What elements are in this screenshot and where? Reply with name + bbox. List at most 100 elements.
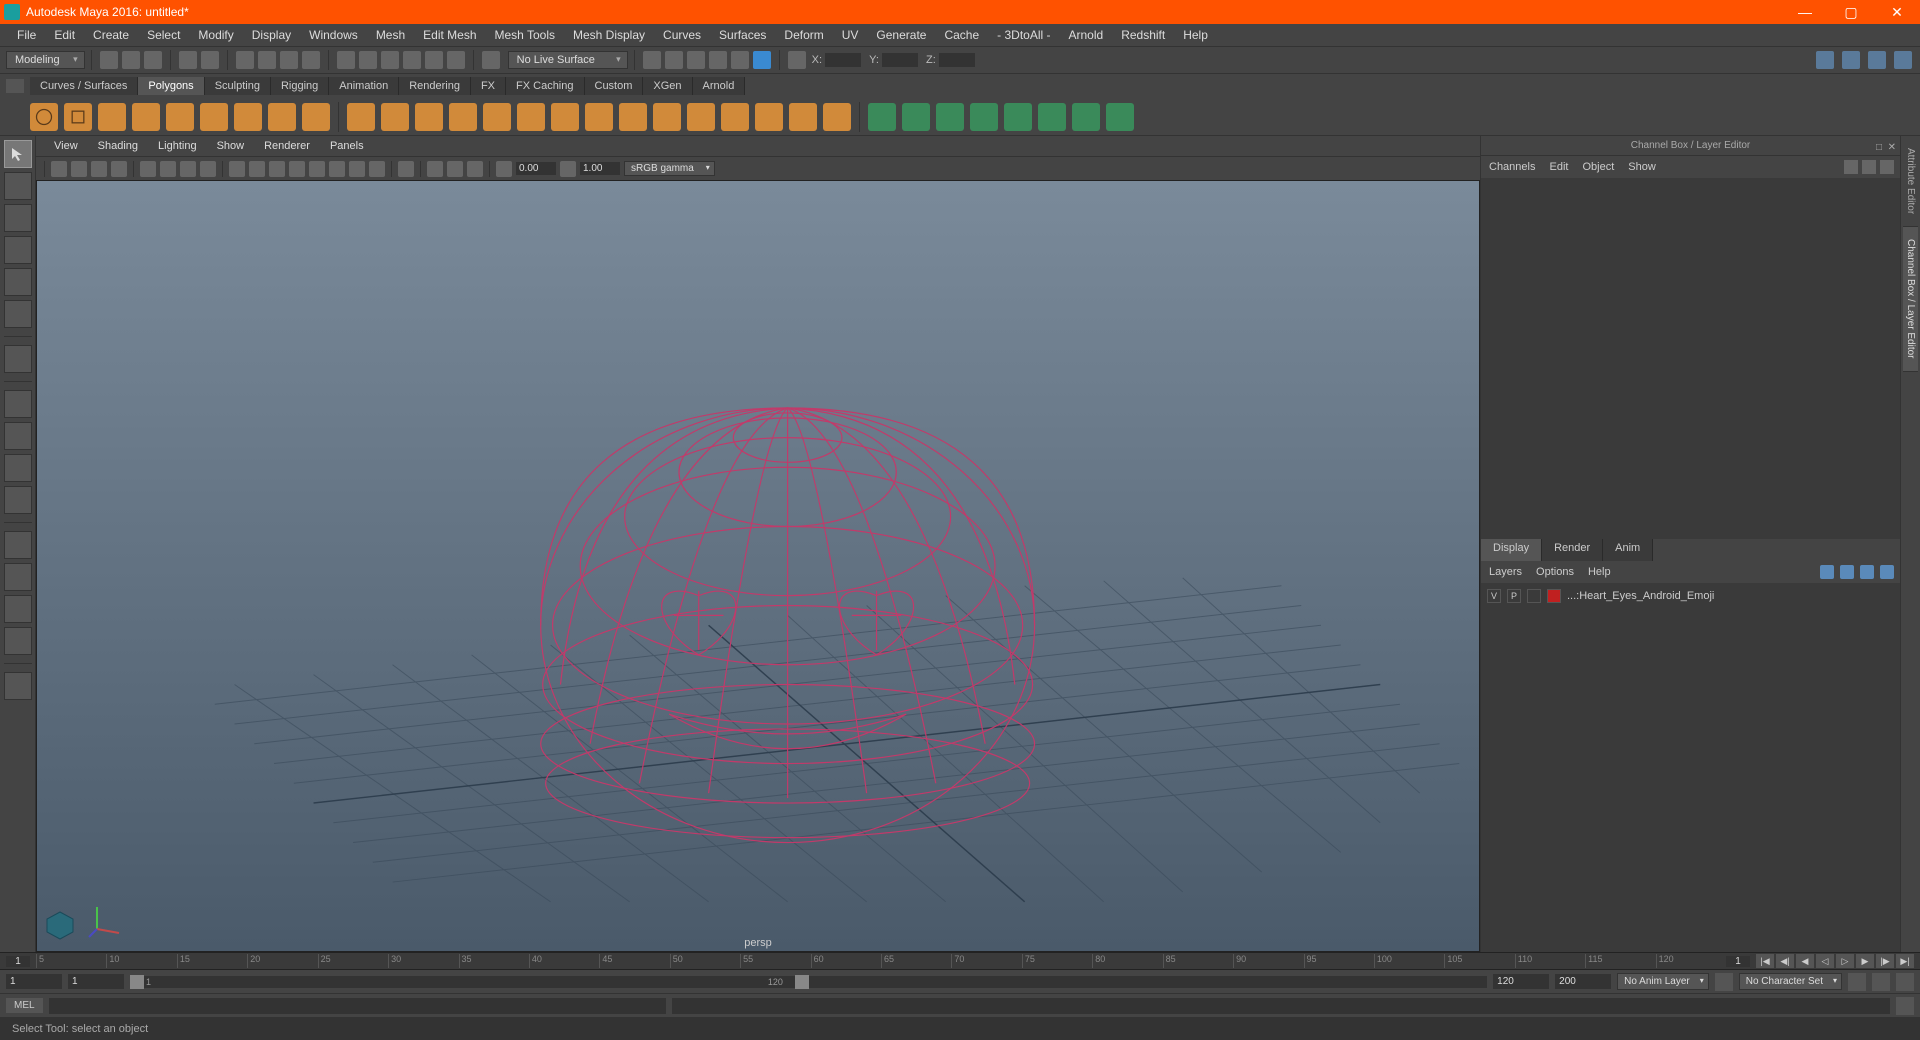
layout-single-icon[interactable] — [4, 390, 32, 418]
poly-bridge-icon[interactable] — [517, 103, 545, 131]
poly-pyramid-icon[interactable] — [268, 103, 296, 131]
poly-boolean-icon[interactable] — [415, 103, 443, 131]
rotate-tool[interactable] — [4, 268, 32, 296]
shelf-tab-polygons[interactable]: Polygons — [138, 77, 204, 95]
layout-three-icon[interactable] — [4, 486, 32, 514]
grid-toggle-icon[interactable] — [140, 161, 156, 177]
side-tab-attribute-editor[interactable]: Attribute Editor — [1903, 136, 1918, 227]
charset-dropdown[interactable]: No Character Set — [1739, 973, 1842, 990]
snap-curve-icon[interactable] — [359, 51, 377, 69]
panel-undock-icon[interactable]: □ — [1876, 138, 1882, 158]
poly-cube-icon[interactable] — [64, 103, 92, 131]
poly-extrude-icon[interactable] — [449, 103, 477, 131]
menu--3dtoall-[interactable]: - 3DtoAll - — [988, 24, 1059, 46]
layer-action-icon-0[interactable] — [1820, 565, 1834, 579]
shelf-tab-curves-surfaces[interactable]: Curves / Surfaces — [30, 77, 138, 95]
cb-menu-edit[interactable]: Edit — [1549, 161, 1568, 173]
transform-display-icon[interactable] — [788, 51, 806, 69]
go-start-icon[interactable]: |◀ — [1756, 954, 1774, 968]
coord-y-input[interactable] — [882, 53, 918, 67]
range-start-input[interactable] — [6, 974, 62, 989]
menu-mesh-tools[interactable]: Mesh Tools — [486, 24, 564, 46]
vp-menu-show[interactable]: Show — [207, 140, 255, 152]
cb-menu-channels[interactable]: Channels — [1489, 161, 1535, 173]
layer-action-icon-2[interactable] — [1860, 565, 1874, 579]
layout-icon-2[interactable] — [1842, 51, 1860, 69]
range-end-input[interactable] — [1493, 974, 1549, 989]
merge-icon[interactable] — [687, 103, 715, 131]
poly-pipe-icon[interactable] — [302, 103, 330, 131]
snap-grid-icon[interactable] — [337, 51, 355, 69]
aa-icon[interactable] — [369, 161, 385, 177]
poly-cylinder-icon[interactable] — [98, 103, 126, 131]
shaded-icon[interactable] — [249, 161, 265, 177]
menu-uv[interactable]: UV — [833, 24, 868, 46]
poly-torus-icon[interactable] — [200, 103, 228, 131]
cb-icon-c[interactable] — [1880, 160, 1894, 174]
lights-icon[interactable] — [289, 161, 305, 177]
animlayer-icon[interactable] — [1715, 973, 1733, 991]
res-gate-icon[interactable] — [180, 161, 196, 177]
snap-live-icon[interactable] — [425, 51, 443, 69]
prefs-icon[interactable] — [1896, 973, 1914, 991]
menu-generate[interactable]: Generate — [867, 24, 935, 46]
layer-action-icon-1[interactable] — [1840, 565, 1854, 579]
gamma-icon[interactable] — [560, 161, 576, 177]
step-fwd-key-icon[interactable]: |▶ — [1876, 954, 1894, 968]
paint-select-tool[interactable] — [4, 204, 32, 232]
menu-edit[interactable]: Edit — [45, 24, 84, 46]
sculpt-icon-3[interactable] — [936, 103, 964, 131]
coord-x-input[interactable] — [825, 53, 861, 67]
wireframe-icon[interactable] — [229, 161, 245, 177]
snap-center-icon[interactable] — [447, 51, 465, 69]
layer-playback-toggle[interactable]: P — [1507, 589, 1521, 603]
graph-editor-icon[interactable] — [4, 563, 32, 591]
menu-deform[interactable]: Deform — [775, 24, 832, 46]
ipr-icon[interactable] — [687, 51, 705, 69]
open-scene-icon[interactable] — [122, 51, 140, 69]
exposure-input[interactable] — [516, 162, 556, 175]
range-total-input[interactable] — [1555, 974, 1611, 989]
close-button[interactable]: ✕ — [1874, 0, 1920, 24]
shadows-icon[interactable] — [309, 161, 325, 177]
layout-icon-1[interactable] — [1816, 51, 1834, 69]
snap-point-icon[interactable] — [381, 51, 399, 69]
cb-menu-show[interactable]: Show — [1628, 161, 1656, 173]
layer-tab-anim[interactable]: Anim — [1603, 539, 1653, 561]
layer-menu-layers[interactable]: Layers — [1489, 566, 1522, 578]
sculpt-icon-4[interactable] — [970, 103, 998, 131]
vp-menu-renderer[interactable]: Renderer — [254, 140, 320, 152]
layout-icon-3[interactable] — [1868, 51, 1886, 69]
poly-bevel-icon[interactable] — [483, 103, 511, 131]
coord-z-input[interactable] — [939, 53, 975, 67]
vp-menu-lighting[interactable]: Lighting — [148, 140, 207, 152]
poly-separate-icon[interactable] — [381, 103, 409, 131]
layer-tab-render[interactable]: Render — [1542, 539, 1603, 561]
script-editor-icon[interactable] — [1896, 997, 1914, 1015]
timeline[interactable]: 1 51015202530354045505560657075808590951… — [0, 952, 1920, 970]
image-plane-icon[interactable] — [91, 161, 107, 177]
shelf-tab-rigging[interactable]: Rigging — [271, 77, 329, 95]
live-toggle-icon[interactable] — [482, 51, 500, 69]
panel-close-icon[interactable]: ✕ — [1888, 138, 1896, 158]
menu-file[interactable]: File — [8, 24, 45, 46]
view-cube-gizmo[interactable] — [45, 910, 75, 943]
live-surface-dropdown[interactable]: No Live Surface — [508, 51, 628, 69]
sculpt-icon-1[interactable] — [868, 103, 896, 131]
scale-tool[interactable] — [4, 300, 32, 328]
layer-row[interactable]: V P ...:Heart_Eyes_Android_Emoji — [1487, 587, 1894, 605]
menu-cache[interactable]: Cache — [935, 24, 988, 46]
side-tab-channelbox[interactable]: Channel Box / Layer Editor — [1903, 227, 1918, 372]
cb-icon-a[interactable] — [1844, 160, 1858, 174]
shelf-tab-arnold[interactable]: Arnold — [693, 77, 746, 95]
redo-icon[interactable] — [201, 51, 219, 69]
cmd-lang-label[interactable]: MEL — [6, 998, 43, 1013]
select-face-icon[interactable] — [280, 51, 298, 69]
menu-arnold[interactable]: Arnold — [1060, 24, 1113, 46]
vp-menu-shading[interactable]: Shading — [88, 140, 148, 152]
insert-edge-icon[interactable] — [551, 103, 579, 131]
vp-menu-view[interactable]: View — [44, 140, 88, 152]
hypershade-panel-icon[interactable] — [4, 595, 32, 623]
xray-icon[interactable] — [427, 161, 443, 177]
select-tool[interactable] — [4, 140, 32, 168]
